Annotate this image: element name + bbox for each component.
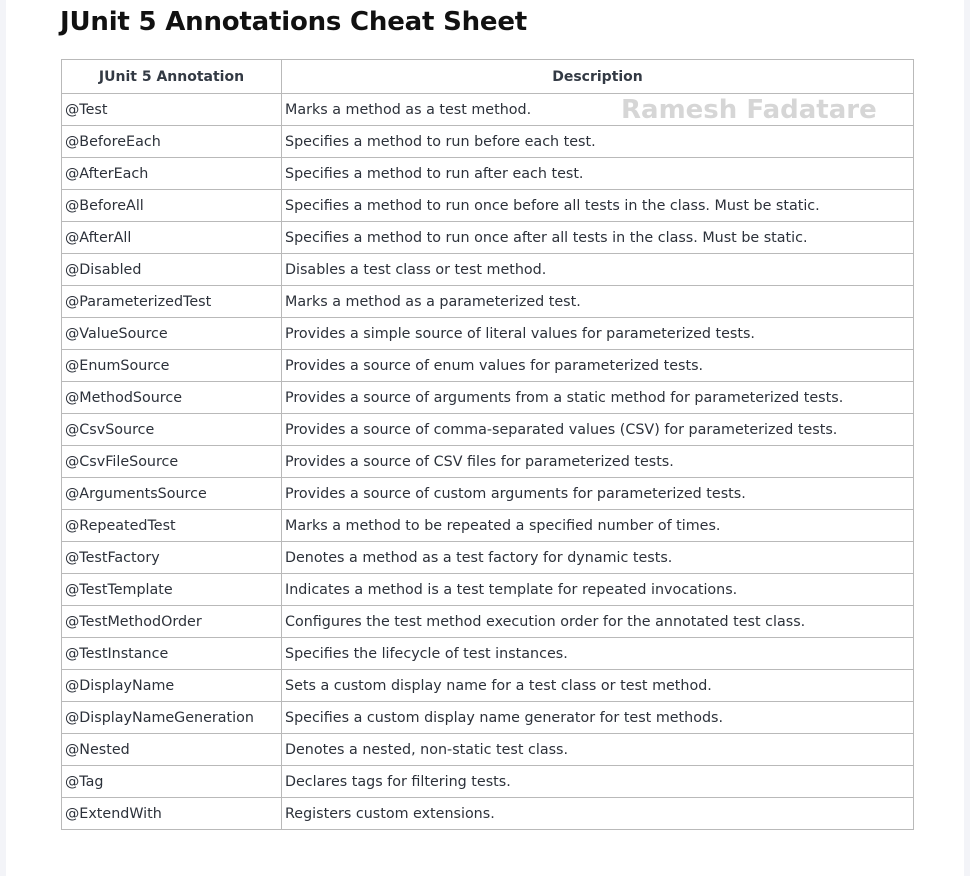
annotation-cell: @Disabled: [61, 253, 282, 286]
table-body: @Test Marks a method as a test method. @Be…: [61, 93, 914, 830]
annotation-cell: @CsvSource: [61, 413, 282, 446]
description-cell: Specifies the lifecycle of test instance…: [281, 637, 914, 670]
description-cell: Configures the test method execution ord…: [281, 605, 914, 638]
table-row: @AfterEach Specifies a method to run afte…: [61, 157, 914, 190]
table-header-row: JUnit 5 Annotation Description: [61, 59, 914, 94]
table-row: @Tag Declares tags for filtering tests.: [61, 765, 914, 798]
description-cell: Provides a source of custom arguments fo…: [281, 477, 914, 510]
description-cell: Provides a source of arguments from a st…: [281, 381, 914, 414]
table-row: @Nested Denotes a nested, non-static test…: [61, 733, 914, 766]
annotation-cell: @AfterEach: [61, 157, 282, 190]
description-cell: Provides a simple source of literal valu…: [281, 317, 914, 350]
description-cell: Sets a custom display name for a test cl…: [281, 669, 914, 702]
annotation-cell: @TestFactory: [61, 541, 282, 574]
table-row: @TestMethodOrder Configures the test meth…: [61, 605, 914, 638]
description-cell: Specifies a method to run once before al…: [281, 189, 914, 222]
table-row: @BeforeAll Specifies a method to run once…: [61, 189, 914, 222]
annotation-cell: @CsvFileSource: [61, 445, 282, 478]
page-title: JUnit 5 Annotations Cheat Sheet: [60, 7, 528, 37]
annotation-cell: @Test: [61, 93, 282, 126]
annotation-cell: @TestTemplate: [61, 573, 282, 606]
description-cell: Disables a test class or test method.: [281, 253, 914, 286]
annotation-cell: @Nested: [61, 733, 282, 766]
annotation-cell: @RepeatedTest: [61, 509, 282, 542]
annotation-cell: @TestInstance: [61, 637, 282, 670]
description-cell: Specifies a method to run before each te…: [281, 125, 914, 158]
annotation-cell: @BeforeAll: [61, 189, 282, 222]
annotation-cell: @BeforeEach: [61, 125, 282, 158]
annotation-cell: @ExtendWith: [61, 797, 282, 830]
annotation-cell: @AfterAll: [61, 221, 282, 254]
annotation-cell: @EnumSource: [61, 349, 282, 382]
table-row: @MethodSource Provides a source of argume…: [61, 381, 914, 414]
annotation-cell: @Tag: [61, 765, 282, 798]
annotation-cell: @ArgumentsSource: [61, 477, 282, 510]
table-row: @TestInstance Specifies the lifecycle of …: [61, 637, 914, 670]
description-cell: Provides a source of CSV files for param…: [281, 445, 914, 478]
table-row: @BeforeEach Specifies a method to run bef…: [61, 125, 914, 158]
table-row: @RepeatedTest Marks a method to be repeat…: [61, 509, 914, 542]
description-cell: Denotes a nested, non-static test class.: [281, 733, 914, 766]
annotations-table: JUnit 5 Annotation Description @Test Mark…: [61, 59, 914, 830]
table-row: @ArgumentsSource Provides a source of cus…: [61, 477, 914, 510]
table-row: @AfterAll Specifies a method to run once …: [61, 221, 914, 254]
description-cell: Marks a method as a test method.: [281, 93, 914, 126]
description-cell: Specifies a method to run once after all…: [281, 221, 914, 254]
description-cell: Marks a method as a parameterized test.: [281, 285, 914, 318]
left-margin-band: [0, 0, 6, 876]
table-row: @ParameterizedTest Marks a method as a pa…: [61, 285, 914, 318]
column-header-description: Description: [281, 59, 914, 94]
description-cell: Indicates a method is a test template fo…: [281, 573, 914, 606]
annotation-cell: @MethodSource: [61, 381, 282, 414]
description-cell: Declares tags for filtering tests.: [281, 765, 914, 798]
table-row: @EnumSource Provides a source of enum val…: [61, 349, 914, 382]
description-cell: Specifies a custom display name generato…: [281, 701, 914, 734]
table-row: @ValueSource Provides a simple source of …: [61, 317, 914, 350]
description-cell: Provides a source of comma-separated val…: [281, 413, 914, 446]
annotation-cell: @ParameterizedTest: [61, 285, 282, 318]
description-cell: Provides a source of enum values for par…: [281, 349, 914, 382]
annotation-cell: @TestMethodOrder: [61, 605, 282, 638]
description-cell: Marks a method to be repeated a specifie…: [281, 509, 914, 542]
table-row: @DisplayName Sets a custom display name f…: [61, 669, 914, 702]
table-row: @DisplayNameGeneration Specifies a custom…: [61, 701, 914, 734]
table-row: @TestTemplate Indicates a method is a tes…: [61, 573, 914, 606]
table-row: @CsvSource Provides a source of comma-sep…: [61, 413, 914, 446]
table-row: @TestFactory Denotes a method as a test f…: [61, 541, 914, 574]
description-cell: Denotes a method as a test factory for d…: [281, 541, 914, 574]
column-header-annotation: JUnit 5 Annotation: [61, 59, 282, 94]
description-cell: Registers custom extensions.: [281, 797, 914, 830]
description-cell: Specifies a method to run after each tes…: [281, 157, 914, 190]
table-row: @ExtendWith Registers custom extensions.: [61, 797, 914, 830]
table-row: @Disabled Disables a test class or test m…: [61, 253, 914, 286]
annotation-cell: @DisplayName: [61, 669, 282, 702]
table-row: @CsvFileSource Provides a source of CSV f…: [61, 445, 914, 478]
annotation-cell: @ValueSource: [61, 317, 282, 350]
right-margin-band: [964, 0, 970, 876]
table-row: @Test Marks a method as a test method.: [61, 93, 914, 126]
annotation-cell: @DisplayNameGeneration: [61, 701, 282, 734]
